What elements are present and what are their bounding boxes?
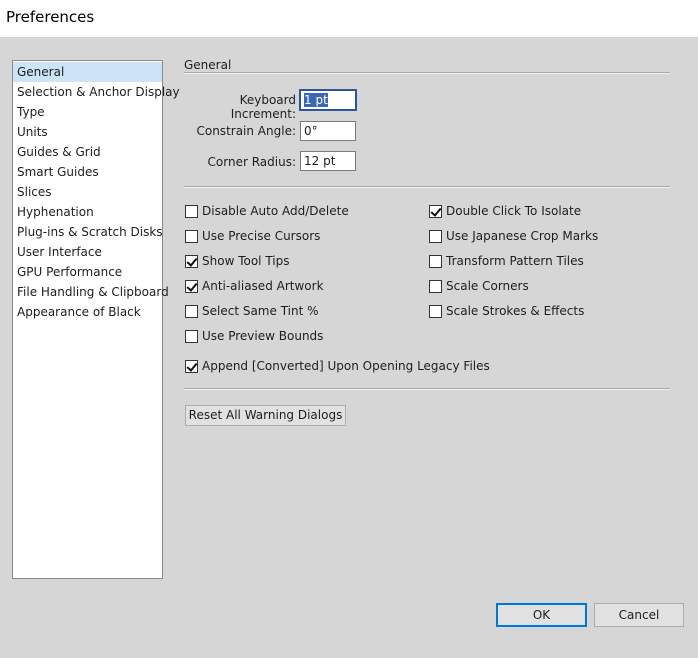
- checkbox-label: Show Tool Tips: [202, 254, 290, 268]
- sidebar-item-user-interface[interactable]: User Interface: [13, 242, 162, 262]
- sidebar-item-selection-anchor-display[interactable]: Selection & Anchor Display: [13, 82, 180, 102]
- divider: [184, 72, 670, 74]
- ok-button[interactable]: OK: [496, 603, 587, 627]
- constrain-angle-input[interactable]: 0°: [300, 121, 356, 141]
- corner-radius-value: 12 pt: [304, 154, 336, 168]
- sidebar-item-gpu-performance[interactable]: GPU Performance: [13, 262, 162, 282]
- sidebar-item-plugins-scratch-disks[interactable]: Plug-ins & Scratch Disks: [13, 222, 163, 242]
- sidebar-item-appearance-of-black[interactable]: Appearance of Black: [13, 302, 162, 322]
- append-converted-checkbox[interactable]: Append [Converted] Upon Opening Legacy F…: [185, 358, 490, 374]
- sidebar-item-type[interactable]: Type: [13, 102, 162, 122]
- cancel-button[interactable]: Cancel: [594, 603, 684, 627]
- precise-cursors-checkbox[interactable]: Use Precise Cursors: [185, 228, 320, 244]
- checkbox-label: Append [Converted] Upon Opening Legacy F…: [202, 359, 490, 373]
- scale-corners-checkbox[interactable]: Scale Corners: [429, 278, 529, 294]
- constrain-angle-value: 0°: [304, 124, 318, 138]
- checkbox-checkmark-icon: [429, 204, 442, 218]
- sidebar-item-hyphenation[interactable]: Hyphenation: [13, 202, 162, 222]
- checkbox-box: [185, 204, 198, 218]
- keyboard-increment-value: 1 pt: [304, 93, 328, 107]
- divider: [184, 186, 670, 188]
- sidebar-item-guides-grid[interactable]: Guides & Grid: [13, 142, 162, 162]
- scale-strokes-effects-checkbox[interactable]: Scale Strokes & Effects: [429, 303, 584, 319]
- disable-auto-add-checkbox[interactable]: Disable Auto Add/Delete: [185, 203, 349, 219]
- transform-pattern-tiles-checkbox[interactable]: Transform Pattern Tiles: [429, 253, 584, 269]
- reset-warning-dialogs-button[interactable]: Reset All Warning Dialogs: [185, 405, 346, 426]
- anti-aliased-artwork-checkbox[interactable]: Anti-aliased Artwork: [185, 278, 324, 294]
- keyboard-increment-label: Keyboard Increment:: [230, 93, 296, 121]
- sidebar-item-slices[interactable]: Slices: [13, 182, 162, 202]
- checkbox-label: Use Japanese Crop Marks: [446, 229, 599, 243]
- checkbox-box: [185, 229, 198, 243]
- sidebar-item-units[interactable]: Units: [13, 122, 162, 142]
- preview-bounds-checkbox[interactable]: Use Preview Bounds: [185, 328, 323, 344]
- keyboard-increment-input[interactable]: 1 pt: [299, 89, 357, 111]
- double-click-isolate-checkbox[interactable]: Double Click To Isolate: [429, 203, 581, 219]
- constrain-angle-label: Constrain Angle:: [196, 124, 296, 138]
- checkbox-label: Scale Strokes & Effects: [446, 304, 585, 318]
- sidebar-item-smart-guides[interactable]: Smart Guides: [13, 162, 162, 182]
- general-panel: General Keyboard Increment: 1 pt Constra…: [184, 0, 670, 658]
- corner-radius-label: Corner Radius:: [207, 155, 296, 169]
- checkbox-checkmark-icon: [185, 359, 198, 373]
- checkbox-label: Anti-aliased Artwork: [202, 279, 324, 293]
- checkbox-label: Scale Corners: [446, 279, 529, 293]
- checkbox-box: [429, 304, 442, 318]
- checkbox-box: [429, 254, 442, 268]
- show-tool-tips-checkbox[interactable]: Show Tool Tips: [185, 253, 289, 269]
- divider: [184, 388, 670, 390]
- checkbox-label: Use Precise Cursors: [202, 229, 321, 243]
- checkbox-box: [185, 304, 198, 318]
- sidebar-item-file-handling-clipboard[interactable]: File Handling & Clipboard: [13, 282, 169, 302]
- checkbox-box: [185, 329, 198, 343]
- checkbox-checkmark-icon: [185, 279, 198, 293]
- checkbox-label: Select Same Tint %: [202, 304, 319, 318]
- window-title: Preferences: [6, 8, 95, 26]
- sidebar-item-general[interactable]: General: [13, 62, 162, 82]
- checkbox-label: Transform Pattern Tiles: [446, 254, 584, 268]
- checkbox-label: Double Click To Isolate: [446, 204, 582, 218]
- preferences-category-list: General Selection & Anchor Display Type …: [12, 60, 180, 579]
- checkbox-checkmark-icon: [185, 254, 198, 268]
- select-same-tint-checkbox[interactable]: Select Same Tint %: [185, 303, 319, 319]
- checkbox-box: [429, 279, 442, 293]
- checkbox-label: Disable Auto Add/Delete: [202, 204, 349, 218]
- checkbox-label: Use Preview Bounds: [202, 329, 324, 343]
- corner-radius-input[interactable]: 12 pt: [300, 151, 356, 171]
- japanese-crop-marks-checkbox[interactable]: Use Japanese Crop Marks: [429, 228, 598, 244]
- section-title: General: [184, 58, 232, 72]
- checkbox-box: [429, 229, 442, 243]
